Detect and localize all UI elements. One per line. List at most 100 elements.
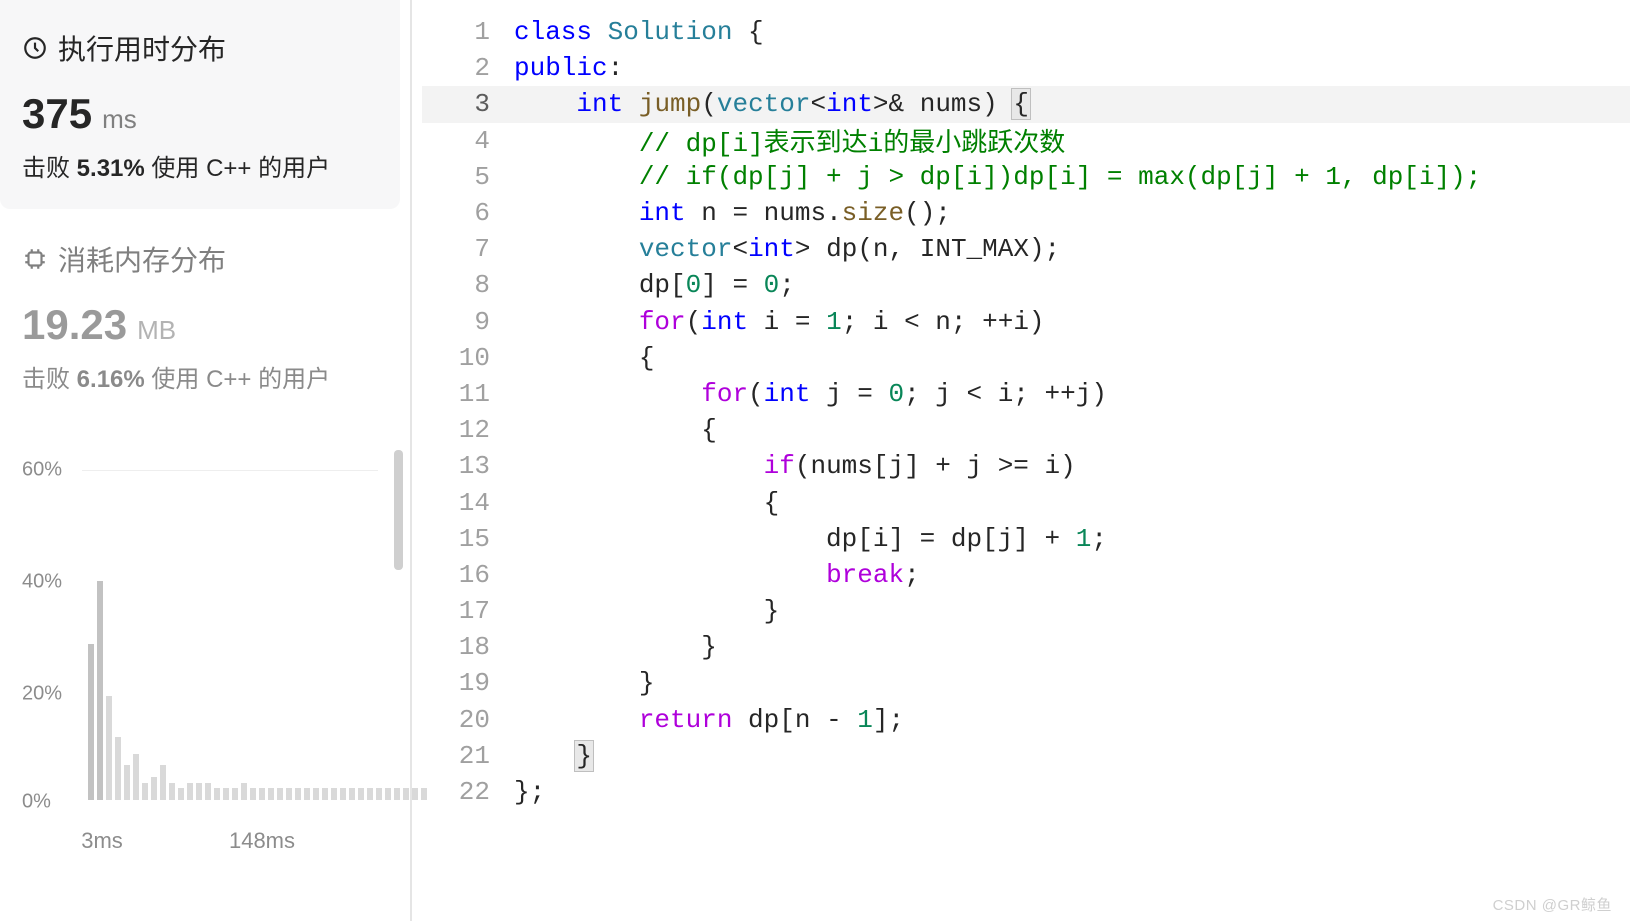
- line-number: 21: [422, 741, 514, 771]
- histogram-bar[interactable]: [250, 788, 256, 800]
- histogram-bar[interactable]: [304, 788, 310, 800]
- histogram-bar[interactable]: [376, 788, 382, 800]
- code-line[interactable]: 12 {: [422, 412, 1630, 448]
- code-line[interactable]: 17 }: [422, 593, 1630, 629]
- histogram-bar[interactable]: [241, 783, 247, 800]
- histogram-bar[interactable]: [385, 788, 391, 800]
- histogram-bar[interactable]: [187, 783, 193, 800]
- code-line[interactable]: 22};: [422, 774, 1630, 810]
- histogram-bar[interactable]: [214, 788, 220, 800]
- histogram-bar[interactable]: [142, 783, 148, 800]
- code-line[interactable]: 1class Solution {: [422, 14, 1630, 50]
- runtime-beats: 击败 5.31% 使用 C++ 的用户: [22, 148, 378, 183]
- line-number: 17: [422, 596, 514, 626]
- y-tick: 20%: [22, 683, 62, 706]
- code-text: };: [514, 777, 1630, 807]
- histogram-bar[interactable]: [160, 765, 166, 800]
- code-line[interactable]: 20 return dp[n - 1];: [422, 702, 1630, 738]
- histogram-bar[interactable]: [358, 788, 364, 800]
- code-text: {: [514, 488, 1630, 518]
- line-number: 14: [422, 488, 514, 518]
- code-line[interactable]: 15 dp[i] = dp[j] + 1;: [422, 521, 1630, 557]
- histogram-bar[interactable]: [169, 783, 175, 800]
- histogram-bar[interactable]: [124, 765, 130, 800]
- code-text: int jump(vector<int>& nums) {: [514, 89, 1630, 119]
- code-text: // if(dp[j] + j > dp[i])dp[i] = max(dp[j…: [514, 162, 1630, 192]
- app-root: 执行用时分布 375 ms 击败 5.31% 使用 C++ 的用户 消耗内存分布: [0, 0, 1630, 921]
- histogram-bar[interactable]: [412, 788, 418, 800]
- code-line[interactable]: 6 int n = nums.size();: [422, 195, 1630, 231]
- code-line[interactable]: 21 }: [422, 738, 1630, 774]
- code-line[interactable]: 11 for(int j = 0; j < i; ++j): [422, 376, 1630, 412]
- line-number: 8: [422, 270, 514, 300]
- code-line[interactable]: 16 break;: [422, 557, 1630, 593]
- histogram-bar[interactable]: [97, 581, 103, 800]
- histogram-bar[interactable]: [295, 788, 301, 800]
- code-line[interactable]: 8 dp[0] = 0;: [422, 267, 1630, 303]
- code-line[interactable]: 13 if(nums[j] + j >= i): [422, 448, 1630, 484]
- line-number: 6: [422, 198, 514, 228]
- code-line[interactable]: 5 // if(dp[j] + j > dp[i])dp[i] = max(dp…: [422, 159, 1630, 195]
- histogram-bar[interactable]: [151, 777, 157, 800]
- histogram-bar[interactable]: [115, 737, 121, 800]
- memory-beats-pct: 6.16%: [77, 366, 145, 393]
- panel-divider[interactable]: [400, 0, 422, 921]
- code-text: {: [514, 343, 1630, 373]
- histogram-bar[interactable]: [196, 783, 202, 800]
- code-text: if(nums[j] + j >= i): [514, 451, 1630, 481]
- plot-area: [82, 454, 378, 800]
- memory-unit: MB: [137, 315, 176, 346]
- histogram-bar[interactable]: [232, 788, 238, 800]
- histogram-bar[interactable]: [403, 788, 409, 800]
- histogram-bar[interactable]: [367, 788, 373, 800]
- divider-line: [410, 0, 412, 921]
- histogram-bar[interactable]: [322, 788, 328, 800]
- histogram-bar[interactable]: [313, 788, 319, 800]
- code-line[interactable]: 18 }: [422, 629, 1630, 665]
- memory-value: 19.23: [22, 301, 127, 349]
- code-text: for(int i = 1; i < n; ++i): [514, 307, 1630, 337]
- line-number: 10: [422, 343, 514, 373]
- code-line[interactable]: 4 // dp[i]表示到达i的最小跳跃次数: [422, 123, 1630, 159]
- code-line[interactable]: 2public:: [422, 50, 1630, 86]
- code-editor[interactable]: 1class Solution {2public:3 int jump(vect…: [422, 0, 1630, 921]
- code-text: }: [514, 632, 1630, 662]
- code-line[interactable]: 7 vector<int> dp(n, INT_MAX);: [422, 231, 1630, 267]
- memory-metric: 19.23 MB: [22, 301, 378, 349]
- code-text: dp[i] = dp[j] + 1;: [514, 524, 1630, 554]
- runtime-beats-pct: 5.31%: [77, 155, 145, 182]
- code-text: }: [514, 668, 1630, 698]
- histogram-bar[interactable]: [286, 788, 292, 800]
- code-line[interactable]: 10 {: [422, 340, 1630, 376]
- runtime-title: 执行用时分布: [58, 28, 226, 68]
- histogram-bar[interactable]: [205, 783, 211, 800]
- histogram-bar[interactable]: [88, 644, 94, 800]
- code-line[interactable]: 14 {: [422, 484, 1630, 520]
- memory-title: 消耗内存分布: [58, 239, 226, 279]
- code-text: int n = nums.size();: [514, 198, 1630, 228]
- line-number: 4: [422, 126, 514, 156]
- histogram-bar[interactable]: [349, 788, 355, 800]
- histogram-bar[interactable]: [259, 788, 265, 800]
- runtime-value: 375: [22, 90, 92, 138]
- line-number: 9: [422, 307, 514, 337]
- histogram-bar[interactable]: [223, 788, 229, 800]
- code-text: return dp[n - 1];: [514, 705, 1630, 735]
- histogram-bar[interactable]: [133, 754, 139, 800]
- line-number: 11: [422, 379, 514, 409]
- y-tick: 0%: [22, 791, 51, 814]
- code-line[interactable]: 9 for(int i = 1; i < n; ++i): [422, 304, 1630, 340]
- code-line[interactable]: 3 int jump(vector<int>& nums) {: [422, 86, 1630, 122]
- histogram-bar[interactable]: [340, 788, 346, 800]
- histogram-bar[interactable]: [106, 696, 112, 800]
- line-number: 5: [422, 162, 514, 192]
- sidebar-scrollbar-thumb[interactable]: [394, 450, 403, 570]
- histogram-bar[interactable]: [394, 788, 400, 800]
- code-text: for(int j = 0; j < i; ++j): [514, 379, 1630, 409]
- code-line[interactable]: 19 }: [422, 665, 1630, 701]
- histogram-bar[interactable]: [277, 788, 283, 800]
- stats-sidebar: 执行用时分布 375 ms 击败 5.31% 使用 C++ 的用户 消耗内存分布: [0, 0, 400, 921]
- histogram-bar[interactable]: [178, 788, 184, 800]
- histogram-bar[interactable]: [331, 788, 337, 800]
- histogram-bar[interactable]: [268, 788, 274, 800]
